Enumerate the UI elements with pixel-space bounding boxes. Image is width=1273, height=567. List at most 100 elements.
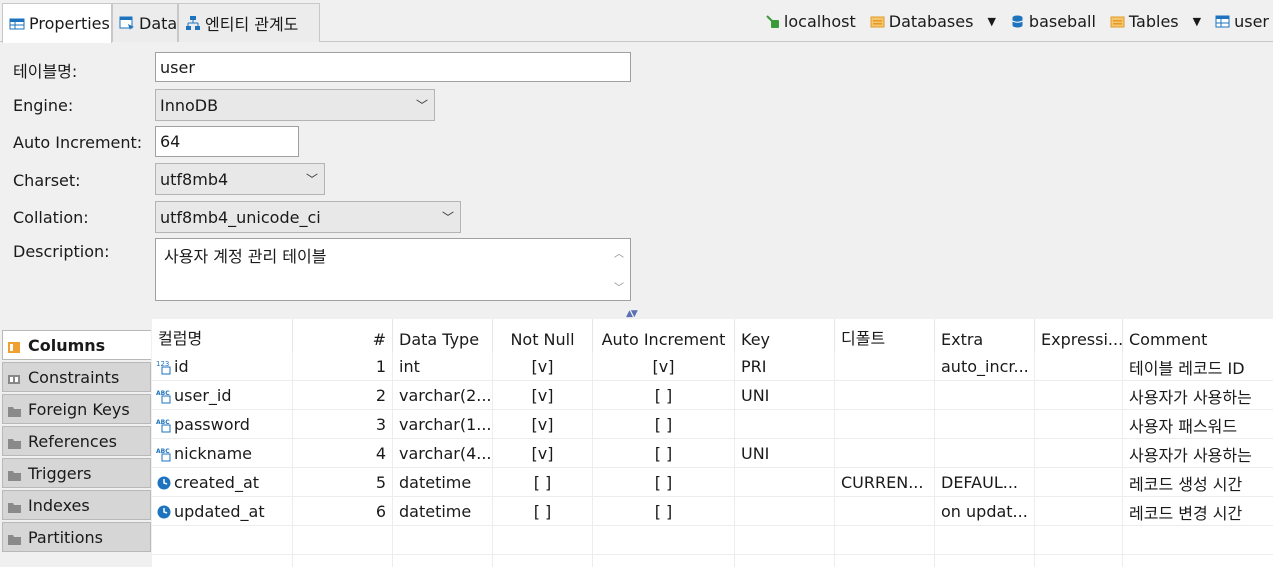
side-tab-indexes[interactable]: Indexes [2, 490, 151, 520]
cell-not-null[interactable]: [ ] [493, 468, 593, 497]
cell-column-name[interactable]: ABC nickname [152, 439, 293, 468]
cell-extra[interactable] [935, 526, 1035, 555]
cell-key[interactable] [735, 497, 835, 526]
breadcrumb-tables[interactable]: Tables ▼ [1110, 12, 1201, 31]
cell-auto-increment[interactable]: [ ] [593, 410, 735, 439]
cell-auto-increment[interactable]: [v] [593, 352, 735, 381]
column-header-comment[interactable]: Comment [1123, 319, 1273, 352]
cell-index[interactable]: 1 [293, 352, 393, 381]
cell-default[interactable]: CURREN... [835, 468, 935, 497]
cell-not-null[interactable]: [v] [493, 439, 593, 468]
tab-properties[interactable]: Properties [2, 3, 112, 43]
cell-data-type[interactable]: datetime [393, 468, 493, 497]
side-tab-triggers[interactable]: Triggers [2, 458, 151, 488]
cell-extra[interactable] [935, 410, 1035, 439]
cell-default[interactable] [835, 526, 935, 555]
column-header-key[interactable]: Key [735, 319, 835, 352]
cell-extra[interactable] [935, 555, 1035, 567]
table-row[interactable]: updated_at 6 datetime[ ][ ] on updat... 레코드 … [152, 497, 1273, 526]
cell-not-null[interactable]: [v] [493, 352, 593, 381]
tab-er-diagram[interactable]: 엔티티 관계도 [178, 3, 320, 42]
cell-column-name[interactable]: updated_at [152, 497, 293, 526]
table-row[interactable]: ABC nickname 4 varchar(4... [v][ ] UNI 사용자가 사용… [152, 439, 1273, 468]
charset-select[interactable]: utf8mb4 ﹀ [155, 163, 325, 195]
cell-expression[interactable] [1035, 555, 1123, 567]
cell-expression[interactable] [1035, 497, 1123, 526]
cell-column-name[interactable]: created_at [152, 468, 293, 497]
cell-comment[interactable]: 사용자가 사용하는 [1123, 381, 1273, 410]
side-tab-columns[interactable]: Columns [2, 330, 151, 360]
cell-comment[interactable] [1123, 555, 1273, 567]
table-row-empty[interactable] [152, 555, 1273, 567]
cell-index[interactable]: 3 [293, 410, 393, 439]
chevron-down-icon[interactable]: ▼ [987, 15, 995, 28]
cell-extra[interactable]: auto_incr... [935, 352, 1035, 381]
cell-data-type[interactable] [393, 555, 493, 567]
cell-data-type[interactable]: datetime [393, 497, 493, 526]
cell-extra[interactable]: DEFAUL... [935, 468, 1035, 497]
column-header-expression[interactable]: Expressi... [1035, 319, 1123, 352]
table-row-empty[interactable] [152, 526, 1273, 555]
cell-not-null[interactable] [493, 526, 593, 555]
cell-index[interactable] [293, 555, 393, 567]
cell-data-type[interactable]: varchar(1... [393, 410, 493, 439]
chevron-down-icon[interactable]: ▼ [1193, 15, 1201, 28]
table-row[interactable]: created_at 5 datetime[ ][ ] CURREN... DEFAUL… [152, 468, 1273, 497]
cell-auto-increment[interactable]: [ ] [593, 468, 735, 497]
cell-comment[interactable]: 테이블 레코드 ID [1123, 352, 1273, 381]
cell-auto-increment[interactable]: [ ] [593, 439, 735, 468]
breadcrumb-schema[interactable]: baseball [1010, 12, 1096, 31]
auto-increment-input[interactable]: 64 [155, 126, 299, 157]
cell-default[interactable] [835, 352, 935, 381]
table-row[interactable]: ABC user_id 2 varchar(2... [v][ ] UNI 사용자가 사용하… [152, 381, 1273, 410]
table-row[interactable]: 123 id 1 int [v] [v] PRI auto_incr... 테이블 레코드 ID [152, 352, 1273, 381]
cell-index[interactable]: 4 [293, 439, 393, 468]
table-row[interactable]: ABC password 3 varchar(1... [v][ ] 사용자 패스워드 [152, 410, 1273, 439]
scroll-up-icon[interactable]: ︿ [614, 245, 624, 260]
column-header-not-null[interactable]: Not Null [493, 319, 593, 352]
cell-expression[interactable] [1035, 381, 1123, 410]
cell-column-name[interactable]: 123 id [152, 352, 293, 381]
cell-data-type[interactable]: varchar(2... [393, 381, 493, 410]
side-tab-foreign-keys[interactable]: Foreign Keys [2, 394, 151, 424]
cell-data-type[interactable] [393, 526, 493, 555]
cell-column-name[interactable]: ABC password [152, 410, 293, 439]
cell-expression[interactable] [1035, 439, 1123, 468]
breadcrumb-databases[interactable]: Databases ▼ [870, 12, 996, 31]
cell-comment[interactable]: 사용자가 사용하는 [1123, 439, 1273, 468]
breadcrumb-host[interactable]: localhost [765, 12, 856, 31]
cell-data-type[interactable]: varchar(4... [393, 439, 493, 468]
cell-not-null[interactable]: [v] [493, 410, 593, 439]
column-header-auto-increment[interactable]: Auto Increment [593, 319, 735, 352]
panel-splitter-handle[interactable]: ▲▼ [626, 309, 638, 319]
cell-extra[interactable] [935, 381, 1035, 410]
cell-column-name[interactable] [152, 526, 293, 555]
collation-select[interactable]: utf8mb4_unicode_ci ﹀ [155, 201, 461, 233]
cell-default[interactable] [835, 410, 935, 439]
cell-default[interactable] [835, 555, 935, 567]
scroll-down-icon[interactable]: ﹀ [614, 279, 624, 294]
cell-expression[interactable] [1035, 410, 1123, 439]
cell-expression[interactable] [1035, 352, 1123, 381]
cell-auto-increment[interactable] [593, 555, 735, 567]
description-textarea[interactable]: 사용자 계정 관리 테이블 ︿ ﹀ [155, 238, 631, 301]
tab-data[interactable]: Data [112, 3, 178, 42]
cell-index[interactable]: 6 [293, 497, 393, 526]
cell-extra[interactable]: on updat... [935, 497, 1035, 526]
engine-select[interactable]: InnoDB ﹀ [155, 89, 435, 121]
cell-expression[interactable] [1035, 526, 1123, 555]
cell-comment[interactable]: 레코드 생성 시간 [1123, 468, 1273, 497]
side-tab-partitions[interactable]: Partitions [2, 522, 151, 552]
cell-key[interactable] [735, 555, 835, 567]
cell-index[interactable]: 5 [293, 468, 393, 497]
cell-data-type[interactable]: int [393, 352, 493, 381]
cell-index[interactable] [293, 526, 393, 555]
cell-comment[interactable] [1123, 526, 1273, 555]
cell-extra[interactable] [935, 439, 1035, 468]
column-header-extra[interactable]: Extra [935, 319, 1035, 352]
side-tab-references[interactable]: References [2, 426, 151, 456]
breadcrumb-table[interactable]: user [1215, 12, 1269, 31]
cell-auto-increment[interactable]: [ ] [593, 497, 735, 526]
cell-comment[interactable]: 레코드 변경 시간 [1123, 497, 1273, 526]
cell-column-name[interactable]: ABC user_id [152, 381, 293, 410]
